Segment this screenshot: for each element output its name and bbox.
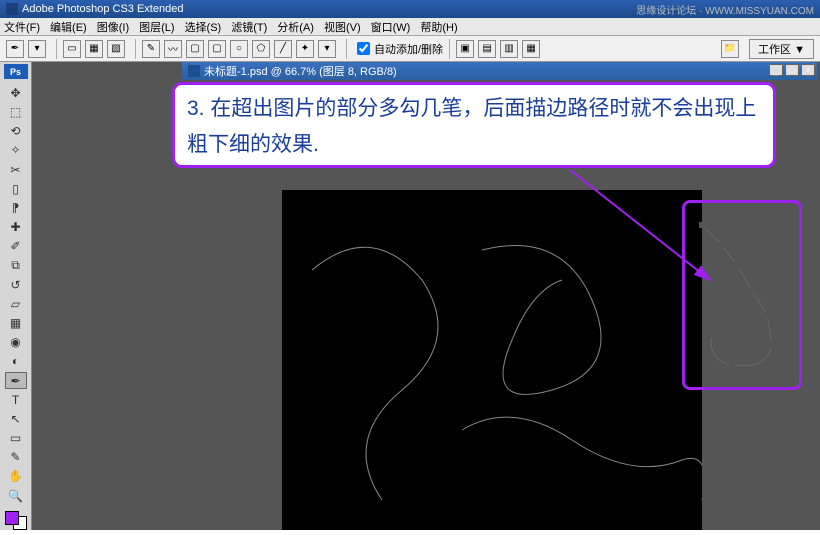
menu-select[interactable]: 选择(S) (185, 19, 222, 35)
line-icon[interactable]: ╱ (274, 40, 292, 58)
brush-tool-icon[interactable]: ✐ (5, 238, 27, 255)
dodge-tool-icon[interactable]: ◐ (5, 353, 27, 370)
menu-filter[interactable]: 滤镜(T) (231, 19, 267, 35)
lasso-tool-icon[interactable]: ⟲ (5, 123, 27, 140)
rounded-rect-icon[interactable]: ▢ (208, 40, 226, 58)
app-icon (6, 3, 18, 15)
notes-tool-icon[interactable]: ✎ (5, 449, 27, 466)
polygon-icon[interactable]: ⬠ (252, 40, 270, 58)
eraser-tool-icon[interactable]: ▱ (5, 295, 27, 312)
callout-text: 3. 在超出图片的部分多勾几笔，后面描边路径时就不会出现上粗下细的效果. (187, 97, 756, 156)
path-anchor-detail (692, 215, 792, 385)
go-bridge-icon[interactable]: 📁 (721, 40, 739, 58)
menu-analysis[interactable]: 分析(A) (277, 19, 314, 35)
type-tool-icon[interactable]: T (5, 391, 27, 408)
minimize-button[interactable]: _ (769, 64, 783, 76)
clone-tool-icon[interactable]: ⧉ (5, 257, 27, 274)
zoom-tool-icon[interactable]: 🔍 (5, 487, 27, 504)
separator (449, 39, 450, 59)
marquee-tool-icon[interactable]: ⬚ (5, 104, 27, 121)
document-title: 未标题-1.psd @ 66.7% (图层 8, RGB/8) (204, 63, 397, 79)
path-op2-icon[interactable]: ▤ (478, 40, 496, 58)
workspace-dropdown[interactable]: 工作区 ▼ (749, 39, 814, 59)
shape-layers-icon[interactable]: ▭ (63, 40, 81, 58)
separator (56, 39, 57, 59)
shape-tool-icon[interactable]: ▭ (5, 430, 27, 447)
watermark: 思缘设计论坛 · WWW.MISSYUAN.COM (636, 2, 814, 17)
menu-image[interactable]: 图像(I) (97, 19, 129, 35)
ps-badge: Ps (4, 64, 28, 79)
ellipse-icon[interactable]: ○ (230, 40, 248, 58)
menu-bar: 文件(F) 编辑(E) 图像(I) 图层(L) 选择(S) 滤镜(T) 分析(A… (0, 18, 820, 36)
path-op3-icon[interactable]: ▥ (500, 40, 518, 58)
custom-shape-icon[interactable]: ✦ (296, 40, 314, 58)
menu-edit[interactable]: 编辑(E) (50, 19, 87, 35)
pen-tool-icon[interactable]: ✒ (6, 40, 24, 58)
toolbox: Ps ✥ ⬚ ⟲ ✧ ✂ ▯ ⁋ ✚ ✐ ⧉ ↺ ▱ ▦ ◉ ◐ ✒ T ↖ ▭… (0, 62, 32, 530)
app-title: Adobe Photoshop CS3 Extended (22, 3, 183, 15)
maximize-button[interactable]: □ (785, 64, 799, 76)
document-titlebar[interactable]: 未标题-1.psd @ 66.7% (图层 8, RGB/8) _ □ × (182, 62, 817, 80)
shape-dropdown-icon[interactable]: ▾ (318, 40, 336, 58)
paths-icon[interactable]: ▦ (85, 40, 103, 58)
menu-view[interactable]: 视图(V) (324, 19, 361, 35)
pen-icon[interactable]: ✎ (142, 40, 160, 58)
fill-pixels-icon[interactable]: ▧ (107, 40, 125, 58)
eyedrop-tool-icon[interactable]: ⁋ (5, 199, 27, 216)
path-select-tool-icon[interactable]: ↖ (5, 410, 27, 427)
annotation-callout: 3. 在超出图片的部分多勾几笔，后面描边路径时就不会出现上粗下细的效果. (172, 82, 776, 168)
separator (346, 39, 347, 59)
canvas[interactable] (282, 190, 702, 530)
fg-color-swatch[interactable] (5, 511, 19, 525)
hand-tool-icon[interactable]: ✋ (5, 468, 27, 485)
options-bar: ✒ ▾ ▭ ▦ ▧ ✎ 〰 ▢ ▢ ○ ⬠ ╱ ✦ ▾ 自动添加/删除 ▣ ▤ … (0, 36, 820, 62)
menu-help[interactable]: 帮助(H) (420, 19, 457, 35)
menu-window[interactable]: 窗口(W) (371, 19, 411, 35)
path-op4-icon[interactable]: ▦ (522, 40, 540, 58)
color-swatch[interactable] (5, 511, 27, 530)
path-curves (282, 190, 702, 530)
history-brush-tool-icon[interactable]: ↺ (5, 276, 27, 293)
auto-add-delete-label: 自动添加/删除 (374, 41, 443, 57)
crop-tool-icon[interactable]: ✂ (5, 161, 27, 178)
dropdown-icon[interactable]: ▾ (28, 40, 46, 58)
move-tool-icon[interactable]: ✥ (5, 84, 27, 101)
gradient-tool-icon[interactable]: ▦ (5, 314, 27, 331)
separator (135, 39, 136, 59)
freeform-pen-icon[interactable]: 〰 (164, 40, 182, 58)
doc-icon (188, 65, 200, 77)
path-op1-icon[interactable]: ▣ (456, 40, 474, 58)
menu-file[interactable]: 文件(F) (4, 19, 40, 35)
close-button[interactable]: × (801, 64, 815, 76)
blur-tool-icon[interactable]: ◉ (5, 333, 27, 350)
rect-icon[interactable]: ▢ (186, 40, 204, 58)
wand-tool-icon[interactable]: ✧ (5, 142, 27, 159)
heal-tool-icon[interactable]: ✚ (5, 219, 27, 236)
pen-tool-icon[interactable]: ✒ (5, 372, 27, 389)
slice-tool-icon[interactable]: ▯ (5, 180, 27, 197)
menu-layer[interactable]: 图层(L) (139, 19, 174, 35)
auto-add-delete-checkbox[interactable] (357, 42, 370, 55)
